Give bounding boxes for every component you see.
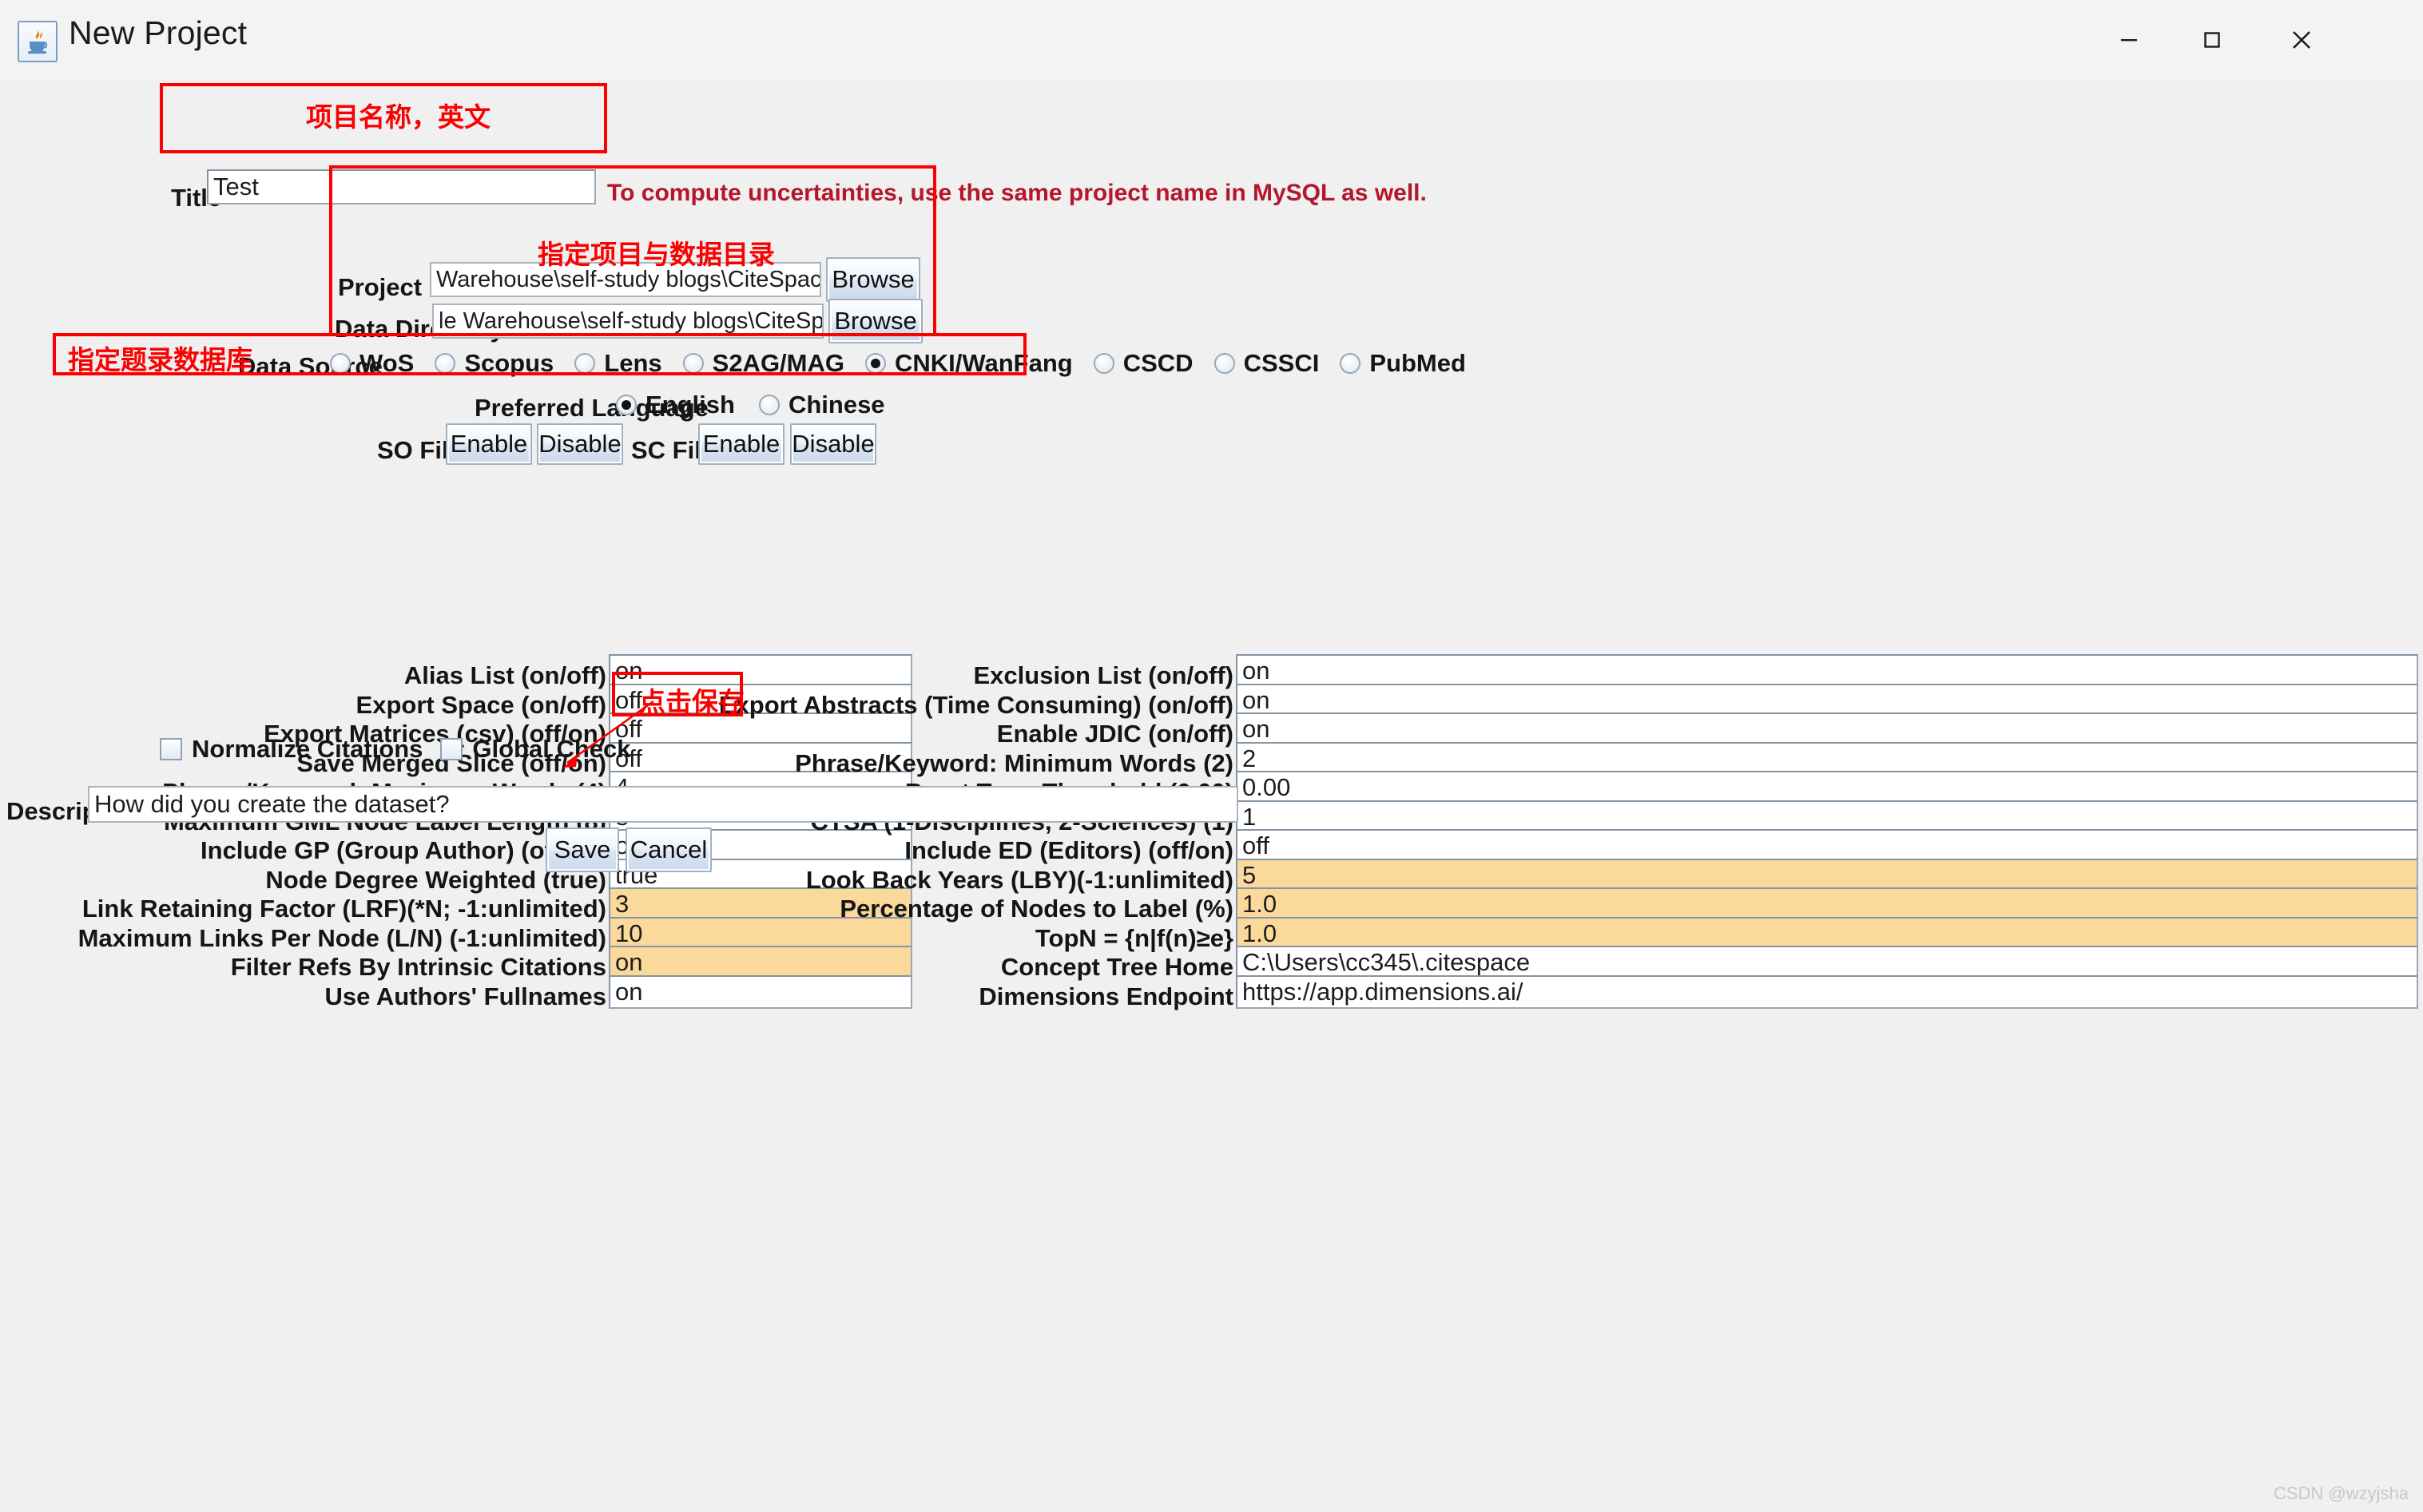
radio-icon [865, 353, 886, 374]
data-source-option-label: CSSCI [1243, 349, 1320, 377]
data-source-option-pubmed[interactable]: PubMed [1340, 349, 1466, 378]
description-input[interactable]: How did you create the dataset? [88, 786, 1238, 823]
radio-icon [616, 395, 637, 415]
preferred-language-option-label: Chinese [788, 391, 885, 419]
data-source-option-lens[interactable]: Lens [574, 349, 662, 378]
radio-icon [574, 353, 596, 374]
data-directory-browse-button[interactable]: Browse [828, 299, 923, 343]
checkbox-normalize-citations[interactable]: Normalize Citations [160, 735, 423, 764]
minimize-icon [2121, 39, 2137, 42]
data-source-option-cssci[interactable]: CSSCI [1213, 349, 1320, 378]
preferred-language-radio-group: English Chinese [616, 391, 885, 419]
right-option-label: Include ED (Editors) (off/on) [904, 836, 1233, 864]
radio-icon [330, 353, 351, 374]
left-option-label: Link Retaining Factor (LRF)(*N; -1:unlim… [81, 895, 606, 923]
left-option-label: Alias List (on/off) [403, 661, 606, 689]
radio-icon [1213, 353, 1235, 374]
data-source-option-label: Scopus [464, 349, 554, 377]
window-title-text: New Project [69, 14, 248, 51]
radio-icon [1093, 353, 1114, 374]
left-option-label: Filter Refs By Intrinsic Citations [230, 953, 606, 981]
close-icon [2293, 31, 2310, 49]
left-option-label: Use Authors' Fullnames [324, 982, 606, 1010]
window-close-button[interactable] [2254, 0, 2350, 80]
right-option-label: TopN = {n|f(n)≥e} [1035, 923, 1233, 952]
data-source-option-label: PubMed [1369, 349, 1466, 377]
checkbox-label: Normalize Citations [192, 735, 423, 763]
right-option-label: Phrase/Keyword: Minimum Words (2) [795, 748, 1233, 777]
window-title-bar: New Project [0, 0, 2423, 81]
annotation-title-text: 项目名称，英文 [306, 102, 491, 132]
data-source-radio-group: WoS Scopus Lens S2AG/MAG CNKI/WanFang CSCD CSS… [330, 349, 1466, 378]
checkbox-icon [440, 738, 463, 760]
sc-filter-disable-button[interactable]: Disable [790, 423, 876, 465]
left-option-label: Maximum Links Per Node (L/N) (-1:unlimit… [77, 923, 606, 952]
right-option-label: Dimensions Endpoint [979, 982, 1233, 1010]
radio-icon [1340, 353, 1361, 374]
data-source-option-cscd[interactable]: CSCD [1093, 349, 1194, 378]
annotation-datasource-text: 指定题录数据库 [68, 345, 252, 375]
checkbox-row: Normalize Citations Global Check [160, 735, 631, 764]
data-source-option-label: CSCD [1122, 349, 1194, 377]
right-option-input[interactable]: https://app.dimensions.ai/ [1236, 974, 2418, 1009]
right-option-label: Enable JDIC (on/off) [996, 720, 1233, 748]
right-option-label: Exclusion List (on/off) [973, 661, 1234, 689]
java-coffee-cup-icon [18, 21, 58, 62]
annotation-save-text: 点击保存 [639, 687, 745, 716]
right-option-label: Percentage of Nodes to Label (%) [840, 895, 1233, 923]
checkbox-global-check[interactable]: Global Check [440, 735, 631, 764]
watermark-text: CSDN @wzyjsha [2273, 1483, 2409, 1503]
cancel-button[interactable]: Cancel [626, 827, 712, 872]
left-option-label: Export Space (on/off) [356, 690, 606, 719]
checkbox-label: Global Check [472, 735, 631, 763]
data-source-option-cnki-wanfang[interactable]: CNKI/WanFang [865, 349, 1073, 378]
right-option-label: Look Back Years (LBY)(-1:unlimited) [805, 865, 1233, 894]
left-option-input[interactable]: on [609, 974, 912, 1009]
title-input[interactable]: Test [207, 169, 596, 204]
data-source-option-label: Lens [604, 349, 662, 377]
right-option-label: Export Abstracts (Time Consuming) (on/of… [718, 690, 1233, 719]
radio-icon [758, 395, 780, 415]
maximize-icon [2204, 32, 2220, 48]
data-source-option-s2ag-mag[interactable]: S2AG/MAG [682, 349, 844, 378]
data-source-option-label: S2AG/MAG [712, 349, 844, 377]
data-source-option-scopus[interactable]: Scopus [435, 349, 554, 378]
new-project-form: Title Test To compute uncertainties, use… [0, 80, 2423, 1512]
checkbox-icon [160, 738, 182, 760]
window-minimize-button[interactable] [2087, 0, 2171, 80]
preferred-language-option-chinese[interactable]: Chinese [758, 391, 885, 419]
data-source-option-label: WoS [359, 349, 415, 377]
save-button[interactable]: Save [546, 827, 619, 872]
preferred-language-option-label: English [645, 391, 735, 419]
right-option-label: Concept Tree Home [1000, 953, 1233, 981]
preferred-language-option-english[interactable]: English [616, 391, 735, 419]
radio-icon [435, 353, 456, 374]
annotation-paths-text: 指定项目与数据目录 [538, 240, 775, 269]
window-maximize-button[interactable] [2171, 0, 2254, 80]
so-filter-disable-button[interactable]: Disable [537, 423, 623, 465]
so-filter-enable-button[interactable]: Enable [446, 423, 532, 465]
project-home-browse-button[interactable]: Browse [826, 257, 920, 302]
data-directory-input[interactable]: le Warehouse\self-study blogs\CiteSpace\… [432, 304, 824, 339]
radio-icon [682, 353, 704, 374]
data-source-option-wos[interactable]: WoS [330, 349, 414, 378]
mysql-hint-text: To compute uncertainties, use the same p… [607, 180, 1427, 206]
data-source-option-label: CNKI/WanFang [895, 349, 1073, 377]
sc-filter-enable-button[interactable]: Enable [698, 423, 784, 465]
